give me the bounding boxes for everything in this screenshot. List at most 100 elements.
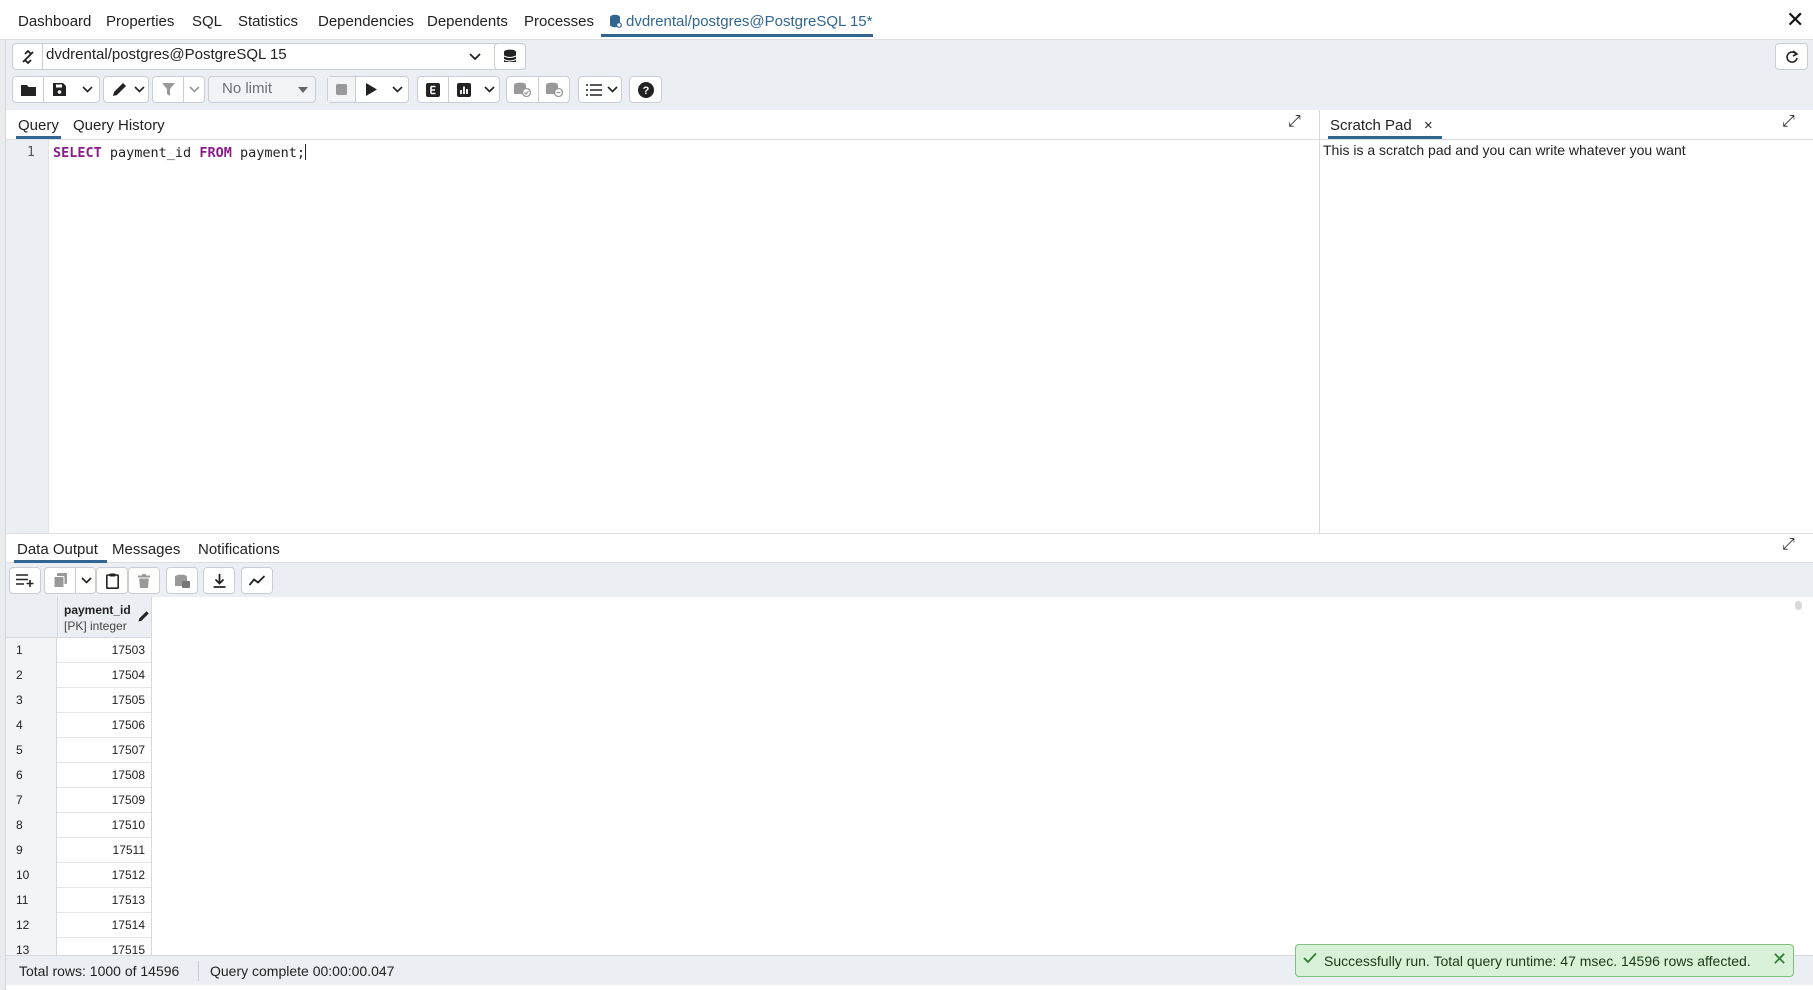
- table-row[interactable]: 10 17512: [6, 863, 152, 888]
- sql-editor[interactable]: SELECT payment_id FROM payment;: [53, 144, 306, 161]
- table-row[interactable]: 1 17503: [6, 638, 152, 663]
- explain-icon: [426, 82, 440, 97]
- table-cell[interactable]: 17504: [57, 663, 152, 688]
- rollback-button[interactable]: [539, 77, 570, 102]
- explain-button[interactable]: [418, 77, 448, 102]
- filter-dropdown[interactable]: [184, 77, 204, 102]
- row-number[interactable]: 2: [6, 663, 57, 688]
- table-row[interactable]: 4 17506: [6, 713, 152, 738]
- chevron-down-icon: [130, 77, 148, 102]
- row-number[interactable]: 13: [6, 938, 57, 955]
- copy-button[interactable]: [45, 568, 75, 593]
- table-row[interactable]: 8 17510: [6, 813, 152, 838]
- copy-options-dropdown[interactable]: [76, 568, 96, 593]
- table-row[interactable]: 11 17513: [6, 888, 152, 913]
- save-data-button[interactable]: [166, 567, 198, 594]
- table-row[interactable]: 9 17511: [6, 838, 152, 863]
- table-row[interactable]: 6 17508: [6, 763, 152, 788]
- panel-splitter[interactable]: [1319, 110, 1320, 533]
- tab-messages[interactable]: Messages: [112, 534, 180, 564]
- tab-data-output[interactable]: Data Output: [14, 534, 107, 563]
- maximize-query-panel-icon[interactable]: ⤢: [1288, 113, 1301, 131]
- explain-analyze-button[interactable]: [449, 77, 479, 102]
- add-row-button[interactable]: [9, 567, 41, 594]
- table-cell[interactable]: 17508: [57, 763, 152, 788]
- row-number[interactable]: 7: [6, 788, 57, 813]
- tab-dependencies[interactable]: Dependencies: [318, 0, 414, 40]
- row-number[interactable]: 10: [6, 863, 57, 888]
- tab-processes[interactable]: Processes: [524, 0, 594, 40]
- table-cell[interactable]: 17506: [57, 713, 152, 738]
- open-file-button[interactable]: [13, 77, 43, 102]
- scratch-pad-content[interactable]: This is a scratch pad and you can write …: [1323, 142, 1686, 158]
- row-number[interactable]: 5: [6, 738, 57, 763]
- pgadmin-query-tool: Dashboard Properties SQL Statistics Depe…: [0, 0, 1813, 990]
- svg-text:?: ?: [642, 85, 649, 97]
- table-row[interactable]: 5 17507: [6, 738, 152, 763]
- table-row[interactable]: 13 17515: [6, 938, 152, 955]
- close-icon[interactable]: ✕: [1772, 949, 1787, 970]
- row-number[interactable]: 11: [6, 888, 57, 913]
- execute-options-dropdown[interactable]: [386, 77, 408, 102]
- grid-scrollbar[interactable]: [1795, 601, 1802, 610]
- table-row[interactable]: 12 17514: [6, 913, 152, 938]
- tab-dashboard[interactable]: Dashboard: [18, 0, 91, 40]
- download-button[interactable]: [203, 567, 235, 594]
- filter-button[interactable]: [153, 77, 183, 102]
- table-cell[interactable]: 17505: [57, 688, 152, 713]
- macros-button[interactable]: [578, 76, 622, 103]
- delete-button[interactable]: [128, 567, 160, 594]
- maximize-output-panel-icon[interactable]: ⤢: [1782, 536, 1795, 554]
- tab-statistics[interactable]: Statistics: [238, 0, 298, 40]
- refresh-button[interactable]: [1775, 43, 1808, 70]
- save-button[interactable]: [44, 77, 74, 102]
- file-button-group: [12, 76, 100, 103]
- table-row[interactable]: 7 17509: [6, 788, 152, 813]
- row-number[interactable]: 9: [6, 838, 57, 863]
- filter-icon: [161, 83, 175, 96]
- copy-button-group: [44, 567, 96, 594]
- tab-query-tool[interactable]: dvdrental/postgres@PostgreSQL 15*: [601, 0, 873, 37]
- tab-dependents[interactable]: Dependents: [427, 0, 508, 40]
- table-cell[interactable]: 17513: [57, 888, 152, 913]
- table-cell[interactable]: 17511: [57, 838, 152, 863]
- table-row[interactable]: 2 17504: [6, 663, 152, 688]
- column-header-payment-id[interactable]: payment_id [PK] integer: [57, 597, 152, 638]
- table-cell[interactable]: 17507: [57, 738, 152, 763]
- execute-button[interactable]: [356, 77, 386, 102]
- explain-options-dropdown[interactable]: [479, 77, 499, 102]
- database-undo-icon: [546, 82, 563, 97]
- table-cell[interactable]: 17515: [57, 938, 152, 955]
- row-number[interactable]: 6: [6, 763, 57, 788]
- table-cell[interactable]: 17510: [57, 813, 152, 838]
- table-cell[interactable]: 17512: [57, 863, 152, 888]
- edit-button-group[interactable]: [103, 76, 149, 103]
- row-number[interactable]: 3: [6, 688, 57, 713]
- row-number[interactable]: 12: [6, 913, 57, 938]
- tab-query[interactable]: Query: [16, 110, 61, 139]
- table-cell[interactable]: 17503: [57, 638, 152, 663]
- tab-properties[interactable]: Properties: [106, 0, 174, 40]
- stop-button[interactable]: [328, 77, 355, 102]
- close-icon[interactable]: ×: [1424, 117, 1433, 134]
- tab-query-history[interactable]: Query History: [73, 110, 165, 140]
- tab-sql[interactable]: SQL: [192, 0, 222, 40]
- commit-button[interactable]: [507, 77, 538, 102]
- new-connection-button[interactable]: [494, 43, 526, 70]
- tab-notifications[interactable]: Notifications: [198, 534, 280, 564]
- tab-scratch-pad[interactable]: Scratch Pad ×: [1328, 110, 1442, 139]
- graph-visualiser-button[interactable]: [241, 567, 273, 594]
- folder-icon: [20, 84, 36, 96]
- row-number[interactable]: 1: [6, 638, 57, 663]
- row-number[interactable]: 8: [6, 813, 57, 838]
- table-cell[interactable]: 17509: [57, 788, 152, 813]
- help-button[interactable]: ?: [629, 76, 662, 103]
- save-options-dropdown[interactable]: [75, 77, 99, 102]
- close-icon[interactable]: ✕: [1786, 9, 1804, 31]
- paste-button[interactable]: [96, 567, 128, 594]
- play-icon: [365, 83, 377, 96]
- maximize-scratch-pad-icon[interactable]: ⤢: [1782, 113, 1795, 131]
- table-cell[interactable]: 17514: [57, 913, 152, 938]
- row-number[interactable]: 4: [6, 713, 57, 738]
- table-row[interactable]: 3 17505: [6, 688, 152, 713]
